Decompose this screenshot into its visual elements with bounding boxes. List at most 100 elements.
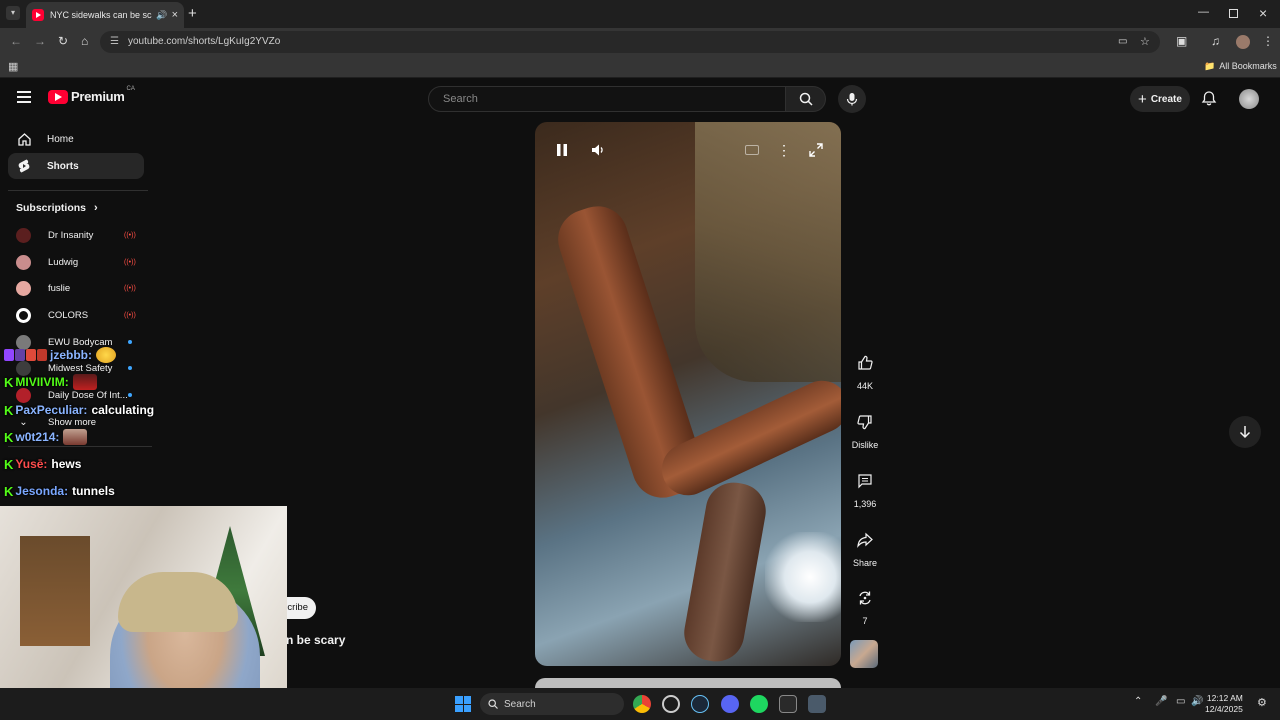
minimize-button[interactable]: — [1198, 6, 1209, 18]
channel-avatar [16, 227, 31, 243]
restore-button[interactable] [1229, 9, 1238, 18]
speaker-icon[interactable]: 🔊 [1191, 696, 1203, 707]
sidebar-item-label: Home [47, 133, 74, 145]
subscriptions-header[interactable]: Subscriptions › [16, 202, 98, 214]
network-icon[interactable]: ▭ [1176, 696, 1185, 707]
bell-icon [1201, 91, 1217, 106]
clock-time: 12:12 AM [1206, 693, 1243, 703]
chat-username: PaxPeculiar: [15, 403, 88, 417]
chat-message: K PaxPeculiar: calculating [4, 401, 154, 419]
chat-emote [72, 374, 97, 390]
youtube-premium-logo[interactable]: Premium CA [48, 86, 135, 104]
account-avatar[interactable] [1239, 89, 1259, 109]
taskbar-search[interactable]: Search [480, 693, 624, 715]
comments-action[interactable]: 1,396 [848, 466, 882, 509]
browser-menu-icon[interactable]: ⋮ [1262, 34, 1274, 48]
hamburger-menu-icon[interactable] [17, 91, 31, 103]
address-bar[interactable]: ☰ youtube.com/shorts/LgKuIg2YVZo ☆ ▭ [100, 31, 1160, 53]
create-label: Create [1150, 93, 1182, 105]
like-button[interactable] [850, 348, 880, 378]
chat-username: Jesonda: [15, 484, 69, 498]
volume-button[interactable] [586, 138, 610, 162]
subscription-item[interactable]: fuslie ((•)) [16, 278, 146, 298]
subscription-item[interactable]: COLORS ((•)) [16, 305, 146, 325]
back-icon[interactable]: ← [10, 34, 22, 48]
new-content-dot-icon [128, 340, 132, 344]
clock-date: 12/4/2025 [1205, 704, 1243, 714]
steam-icon[interactable] [691, 695, 709, 713]
cast-icon[interactable]: ▭ [1118, 31, 1127, 53]
all-bookmarks-button[interactable]: 📁 All Bookmarks [1204, 61, 1277, 72]
discord-icon[interactable] [721, 695, 739, 713]
new-content-dot-icon [128, 393, 132, 397]
pause-button[interactable] [550, 138, 574, 162]
app-icon[interactable] [808, 695, 826, 713]
search-input[interactable]: Search [428, 86, 786, 112]
reload-icon[interactable]: ↻ [58, 34, 68, 48]
arrow-down-icon [1239, 426, 1251, 439]
profile-avatar-icon[interactable] [1236, 35, 1250, 49]
shorts-video-player[interactable]: ⋮ [535, 122, 841, 666]
browser-tab[interactable]: NYC sidewalks can be scary 🔊 × [26, 2, 184, 28]
captions-button[interactable] [740, 138, 764, 162]
tab-list-button[interactable]: ▾ [6, 6, 20, 20]
home-icon [8, 132, 40, 147]
like-action[interactable]: 44K [848, 348, 882, 391]
new-tab-button[interactable]: + [188, 5, 197, 22]
chat-message: K MIVIIVIM: [4, 373, 97, 391]
browser-tab-bar: ▾ NYC sidewalks can be scary 🔊 × + — × [0, 0, 1280, 28]
search-button[interactable] [786, 86, 826, 112]
subscription-item[interactable]: Dr Insanity ((•)) [16, 225, 146, 245]
live-indicator-icon: ((•)) [124, 311, 136, 319]
forward-icon[interactable]: → [34, 34, 46, 48]
chat-message: jzebbb: [4, 346, 116, 364]
bookmark-star-icon[interactable]: ☆ [1140, 31, 1150, 53]
channel-name: Midwest Safety [48, 362, 113, 374]
settings-app-icon[interactable] [662, 695, 680, 713]
dislike-button[interactable] [850, 407, 880, 437]
webcam-shelf [20, 536, 90, 646]
site-info-icon[interactable]: ☰ [110, 31, 119, 53]
tab-close-icon[interactable]: × [172, 9, 178, 21]
more-options-button[interactable]: ⋮ [772, 138, 796, 162]
youtube-favicon-icon [32, 9, 44, 21]
audio-icon[interactable]: 🔊 [156, 10, 167, 21]
dislike-action[interactable]: Dislike [848, 407, 882, 450]
chat-emote [63, 429, 88, 445]
fullscreen-button[interactable] [804, 138, 828, 162]
subscription-item[interactable]: Ludwig ((•)) [16, 252, 146, 272]
sidebar-item-home[interactable]: Home [8, 126, 144, 152]
tray-mic-icon[interactable]: 🎤 [1155, 696, 1167, 707]
comments-button[interactable] [850, 466, 880, 496]
spotify-icon[interactable] [750, 695, 768, 713]
thumbs-down-icon [857, 415, 872, 430]
sound-thumbnail[interactable] [850, 640, 878, 668]
taskbar-clock[interactable]: 12:12 AM 12/4/2025 [1205, 693, 1243, 715]
window-close-button[interactable]: × [1259, 5, 1267, 21]
tray-chevron-icon[interactable]: ⌃ [1134, 696, 1142, 707]
media-controls-icon[interactable]: ♫ [1211, 34, 1220, 48]
notifications-button[interactable] [1201, 90, 1217, 111]
share-icon [857, 532, 873, 548]
notifications-center-icon[interactable]: ⚙ [1257, 696, 1267, 709]
remix-action[interactable]: 7 [848, 583, 882, 626]
voice-search-button[interactable] [838, 85, 866, 113]
extensions-icon[interactable]: ▣ [1176, 34, 1187, 48]
search-icon [799, 92, 813, 106]
create-button[interactable]: + Create [1130, 86, 1190, 112]
windows-start-icon[interactable] [455, 696, 471, 712]
sidebar-item-shorts[interactable]: Shorts [8, 153, 144, 179]
next-short-button[interactable] [1229, 416, 1261, 448]
channel-avatar [16, 307, 31, 323]
share-button[interactable] [850, 525, 880, 555]
app-icon[interactable] [779, 695, 797, 713]
chrome-icon[interactable] [633, 695, 651, 713]
remix-button[interactable] [850, 583, 880, 613]
browser-toolbar: ← → ↻ ⌂ ☰ youtube.com/shorts/LgKuIg2YVZo… [0, 28, 1280, 56]
home-icon[interactable]: ⌂ [81, 34, 88, 48]
subscribe-label: cribe [287, 602, 308, 613]
sidebar-divider [8, 190, 148, 191]
share-action[interactable]: Share [848, 525, 882, 568]
folder-icon: 📁 [1204, 61, 1216, 71]
apps-grid-icon[interactable]: ▦ [8, 60, 18, 73]
